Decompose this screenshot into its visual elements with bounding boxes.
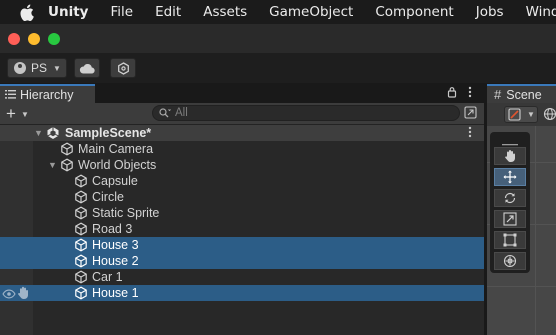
move-icon [503, 170, 517, 184]
hierarchy-row-circle[interactable]: Circle [0, 189, 484, 205]
hierarchy-row-capsule[interactable]: Capsule [0, 173, 484, 189]
scale-icon [503, 212, 517, 226]
row-label: Static Sprite [92, 206, 160, 220]
fold-arrow-icon[interactable]: ▼ [48, 160, 57, 170]
row-label: Road 3 [92, 222, 133, 236]
hierarchy-row-car-1[interactable]: Car 1 [0, 269, 484, 285]
rotate-icon [504, 192, 516, 204]
hierarchy-row-main-camera[interactable]: Main Camera [0, 141, 484, 157]
package-icon [117, 61, 129, 75]
transform-tool-button[interactable] [494, 252, 526, 270]
rect-icon [503, 233, 517, 247]
scene-row[interactable]: ▼ SampleScene* [0, 125, 484, 141]
transform-icon [503, 254, 517, 268]
window-titlebar [0, 24, 556, 53]
menu-bar: Unity File Edit Assets GameObject Compon… [0, 0, 556, 24]
plus-icon[interactable]: + [6, 105, 16, 122]
cloud-button[interactable] [74, 58, 100, 78]
tool-handle-icon [508, 108, 521, 121]
scene-visibility-icon[interactable] [464, 106, 477, 124]
hand-tool-button[interactable] [494, 147, 526, 165]
search-input[interactable] [175, 107, 435, 119]
hierarchy-row-house-2[interactable]: House 2 [0, 253, 484, 269]
menu-assets[interactable]: Assets [203, 4, 247, 20]
menu-app-unity[interactable]: Unity [48, 4, 88, 20]
row-label: Main Camera [78, 142, 154, 156]
row-label: Car 1 [92, 270, 123, 284]
close-window-button[interactable] [8, 33, 20, 45]
rect-tool-button[interactable] [494, 231, 526, 249]
hierarchy-row-road-3[interactable]: Road 3 [0, 221, 484, 237]
row-label: House 1 [92, 286, 139, 300]
tab-scene-label: Scene [506, 87, 542, 102]
search-field[interactable] [152, 105, 460, 121]
hierarchy-tab-bar: Hierarchy [0, 84, 484, 103]
hierarchy-row-static-sprite[interactable]: Static Sprite [0, 205, 484, 221]
kebab-menu-icon[interactable] [468, 86, 472, 98]
scene-panel: # Scene ▼ [487, 84, 556, 335]
tab-hierarchy[interactable]: Hierarchy [0, 84, 95, 103]
package-button[interactable] [110, 58, 136, 78]
main-toolbar: PS ▼ [0, 53, 556, 83]
cloud-icon [79, 63, 95, 74]
hierarchy-search-bar: + ▼ [0, 103, 484, 125]
menu-window[interactable]: Window [526, 4, 556, 20]
menu-gameobject[interactable]: GameObject [269, 4, 353, 20]
hierarchy-row-house-3[interactable]: House 3 [0, 237, 484, 253]
row-label: House 3 [92, 238, 139, 252]
apple-logo-icon[interactable] [19, 0, 34, 24]
hierarchy-panel: Hierarchy + ▼ ▼ SampleScene* [0, 84, 484, 335]
fold-arrow-icon[interactable]: ▼ [34, 128, 43, 138]
menu-jobs[interactable]: Jobs [476, 4, 504, 20]
menu-file[interactable]: File [110, 4, 133, 20]
globe-icon[interactable] [543, 107, 556, 126]
chevron-down-icon: ▼ [527, 110, 535, 119]
account-icon [14, 62, 26, 74]
menu-component[interactable]: Component [375, 4, 453, 20]
row-label: House 2 [92, 254, 139, 268]
rotate-tool-button[interactable] [494, 189, 526, 207]
chevron-down-icon: ▼ [53, 63, 61, 73]
row-label: World Objects [78, 158, 157, 172]
scene-toolbar: ▼ [487, 103, 556, 126]
menu-edit[interactable]: Edit [155, 4, 181, 20]
hand-icon [505, 150, 515, 162]
minimize-window-button[interactable] [28, 33, 40, 45]
account-dropdown[interactable]: PS ▼ [7, 58, 67, 78]
gameobject-cube-icon [74, 286, 88, 303]
hash-icon: # [494, 87, 502, 102]
scene-name: SampleScene* [65, 126, 152, 140]
hierarchy-row-world-objects[interactable]: ▼ World Objects [0, 157, 484, 173]
lock-icon[interactable] [447, 86, 457, 98]
grid-line [487, 286, 556, 287]
tab-scene[interactable]: # Scene [487, 84, 556, 103]
kebab-menu-icon[interactable] [468, 126, 472, 141]
tool-handle-dropdown[interactable]: ▼ [504, 106, 538, 123]
move-tool-button[interactable] [494, 168, 526, 186]
zoom-window-button[interactable] [48, 33, 60, 45]
row-label: Circle [92, 190, 124, 204]
hierarchy-row-house-1[interactable]: House 1 [0, 285, 484, 301]
grid-line [535, 126, 536, 335]
scale-tool-button[interactable] [494, 210, 526, 228]
chevron-down-icon[interactable]: ▼ [21, 110, 29, 119]
tab-hierarchy-label: Hierarchy [20, 87, 74, 102]
row-label: Capsule [92, 174, 138, 188]
tools-overlay [490, 132, 530, 273]
pickable-hand-icon[interactable] [17, 286, 29, 303]
search-icon [159, 108, 171, 118]
eye-icon[interactable] [2, 288, 16, 302]
list-icon [5, 90, 16, 99]
account-label: PS [31, 61, 48, 75]
hierarchy-tree: ▼ SampleScene* Main Camera ▼ World Objec… [0, 125, 484, 301]
